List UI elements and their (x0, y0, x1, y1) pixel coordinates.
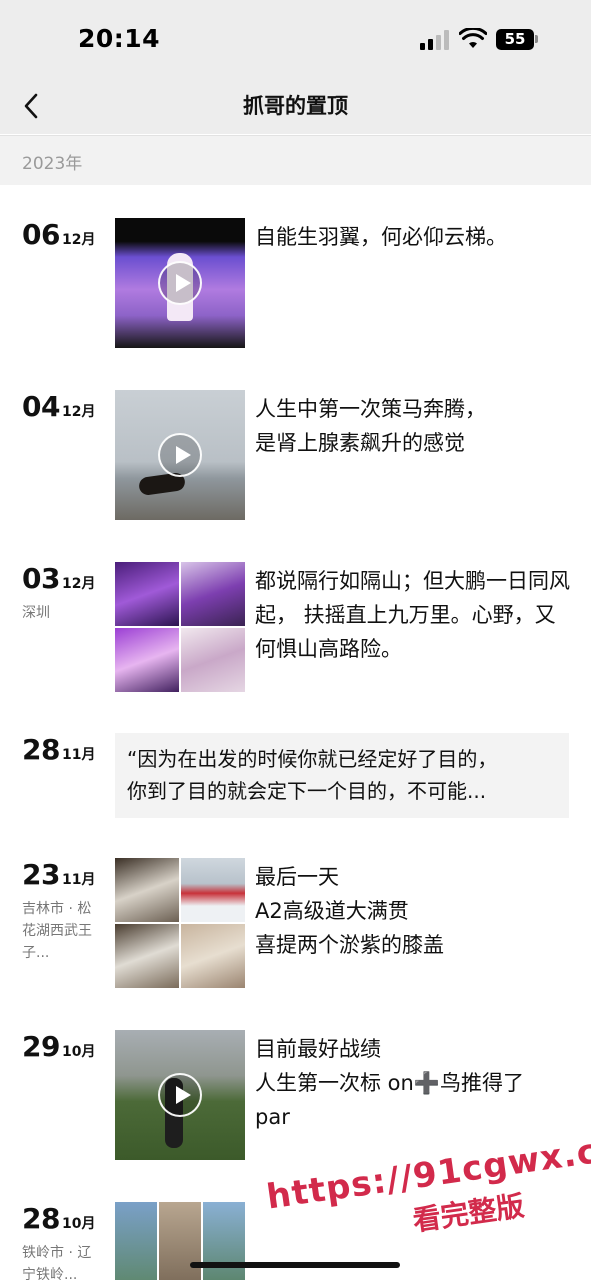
post-date: 03 12月 (22, 562, 95, 595)
post-caption: 自能生羽翼，何必仰云梯。 (255, 225, 507, 249)
post-date: 28 10月 (22, 1202, 95, 1235)
video-thumbnail[interactable] (115, 1030, 245, 1160)
post-caption: 最后一天 A2高级道大满贯 喜提两个淤紫的膝盖 (255, 865, 444, 957)
post-day: 06 (22, 218, 60, 251)
post-month: 10月 (61, 1044, 96, 1060)
post-location: 铁岭市 · 辽宁铁岭... (22, 1245, 92, 1280)
quote-line: 你到了目的就会定下一个目的，不可能... (127, 779, 487, 803)
play-icon (158, 433, 202, 477)
post-location: 深圳 (22, 605, 50, 621)
post-day: 04 (22, 390, 60, 423)
post-caption: 都说隔行如隔山；但大鹏一日同风起， 扶摇直上九万里。心野，又何惧山高路险。 (255, 569, 570, 661)
grid-image[interactable] (115, 1202, 157, 1280)
post-date: 23 11月 (22, 858, 95, 891)
grid-image[interactable] (181, 628, 245, 692)
grid-image[interactable] (181, 924, 245, 988)
post-month: 11月 (61, 872, 96, 888)
year-label: 2023年 (22, 154, 83, 174)
post-caption: 目前最好战绩 人生第一次标 on➕鸟推得了 par (255, 1037, 524, 1129)
post-day: 28 (22, 733, 60, 766)
post-month: 10月 (61, 1216, 96, 1232)
video-thumbnail[interactable] (115, 218, 245, 348)
post-location: 吉林市 · 松花湖西武王子... (22, 901, 92, 961)
year-header: 2023年 (0, 135, 591, 185)
post-date: 29 10月 (22, 1030, 95, 1063)
post-day: 28 (22, 1202, 60, 1235)
home-indicator[interactable] (190, 1262, 400, 1268)
post-caption: 人生中第一次策马奔腾， 是肾上腺素飙升的感觉 (255, 397, 486, 455)
post-month: 12月 (61, 404, 96, 420)
post-month: 12月 (61, 232, 96, 248)
post-day: 03 (22, 562, 60, 595)
post-date: 04 12月 (22, 390, 95, 423)
play-icon (158, 1073, 202, 1117)
video-thumbnail[interactable] (115, 390, 245, 520)
grid-image[interactable] (115, 924, 179, 988)
image-grid[interactable] (115, 562, 245, 692)
page-title: 抓哥的置顶 (243, 94, 348, 118)
cellular-signal-icon (420, 30, 450, 50)
grid-image[interactable] (115, 562, 179, 626)
text-post-box[interactable]: “因为在出发的时候你就已经定好了目的， 你到了目的就会定下一个目的，不可能... (115, 733, 569, 818)
grid-image[interactable] (115, 858, 179, 922)
status-bar: 20:14 55 (0, 0, 591, 78)
watermark: https://91cgwx.com 看完整版 (264, 1123, 591, 1259)
grid-image[interactable] (159, 1202, 201, 1280)
quote-line: “因为在出发的时候你就已经定好了目的， (127, 747, 498, 771)
battery-cap (535, 35, 538, 43)
wifi-icon (459, 28, 487, 48)
post-day: 23 (22, 858, 60, 891)
play-icon (158, 261, 202, 305)
grid-image[interactable] (203, 1202, 245, 1280)
grid-image[interactable] (181, 858, 245, 922)
grid-image[interactable] (181, 562, 245, 626)
post-date: 28 11月 (22, 733, 95, 766)
nav-bar: 抓哥的置顶 (0, 78, 591, 134)
battery-icon: 55 (496, 29, 534, 50)
image-grid[interactable] (115, 858, 245, 988)
post-month: 11月 (61, 747, 96, 763)
post-day: 29 (22, 1030, 60, 1063)
grid-image[interactable] (115, 628, 179, 692)
post-month: 12月 (61, 576, 96, 592)
status-time: 20:14 (78, 24, 161, 53)
image-grid[interactable] (115, 1202, 245, 1280)
post-date: 06 12月 (22, 218, 95, 251)
